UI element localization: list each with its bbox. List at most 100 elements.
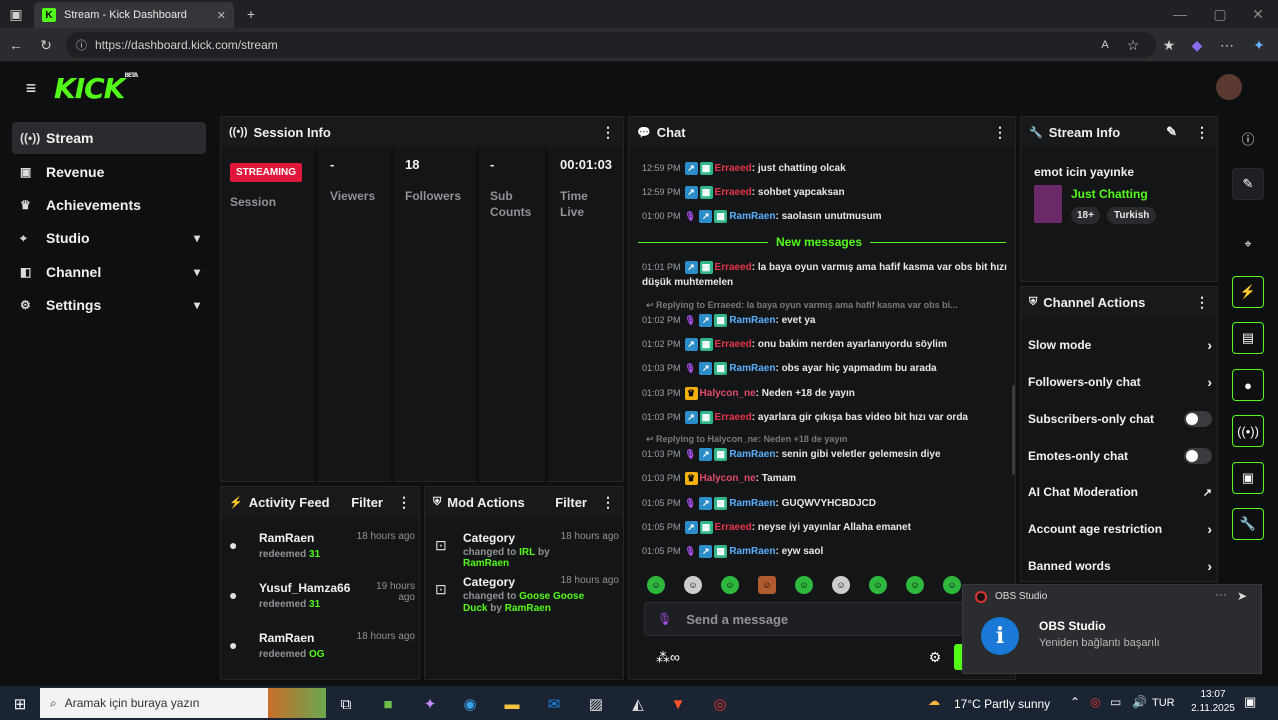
subscribers-only-toggle[interactable] — [1184, 411, 1212, 427]
chat-username[interactable]: Erraeed — [715, 412, 752, 423]
minimize-icon[interactable]: — — [1170, 6, 1190, 22]
filter-button[interactable]: Filter — [555, 495, 587, 510]
chat-input[interactable]: 🎙 Send a message — [644, 602, 964, 636]
edit-pencil-icon[interactable]: ✎ — [1166, 124, 1177, 140]
broadcast-icon[interactable]: ((•)) — [1232, 415, 1264, 447]
emote-icon[interactable]: ☺ — [869, 576, 887, 594]
chat-username[interactable]: Erraeed — [715, 187, 752, 198]
chat-username[interactable]: Erraeed — [715, 339, 752, 350]
nav-settings[interactable]: ⚙ Settings ▾ — [12, 289, 206, 321]
new-tab-icon[interactable]: + — [242, 4, 260, 24]
kebab-menu-icon[interactable]: ⋮ — [397, 494, 411, 511]
category-thumbnail[interactable] — [1034, 185, 1062, 223]
edge-icon[interactable]: ◉ — [456, 690, 484, 718]
notification-center-icon[interactable]: ▣ — [1244, 694, 1256, 710]
emote-icon[interactable]: ☺ — [647, 576, 665, 594]
profile-icon[interactable]: ◆ — [1188, 36, 1206, 54]
nav-stream[interactable]: ((•)) Stream — [12, 122, 206, 154]
tag-pill[interactable]: 18+ — [1071, 207, 1100, 224]
nav-studio[interactable]: ⌖ Studio ▾ — [12, 222, 206, 254]
layout-icon[interactable]: ▣ — [1232, 462, 1264, 494]
network-icon[interactable]: ▭ — [1110, 695, 1121, 709]
chat-username[interactable]: RamRaen — [729, 211, 775, 222]
tray-obs-icon[interactable]: ◎ — [1090, 695, 1100, 709]
target-icon[interactable]: ⌖ — [1232, 228, 1264, 260]
chat-username[interactable]: Halycon_ne — [700, 388, 756, 399]
copilot-app-icon[interactable]: ✦ — [416, 690, 444, 718]
kebab-menu-icon[interactable]: ⋮ — [1195, 124, 1209, 141]
mic-icon[interactable]: 🎙 — [657, 612, 672, 626]
emote-icon[interactable]: ☺ — [758, 576, 776, 594]
url-input[interactable]: ⓘ https://dashboard.kick.com/stream — [66, 32, 1156, 58]
kick-logo[interactable]: KICKBETA — [54, 72, 138, 105]
wrench-icon[interactable]: 🔧 — [1232, 508, 1264, 540]
emote-icon[interactable]: ☺ — [721, 576, 739, 594]
chat-username[interactable]: Erraeed — [715, 163, 752, 174]
followers-only-row[interactable]: Followers-only chat › — [1028, 374, 1212, 390]
file-explorer-icon[interactable]: ▬ — [498, 690, 526, 718]
copilot-icon[interactable]: ✦ — [1250, 36, 1268, 54]
emote-icon[interactable]: ☺ — [906, 576, 924, 594]
chat-username[interactable]: RamRaen — [729, 449, 775, 460]
bolt-icon[interactable]: ⚡ — [1232, 276, 1264, 308]
edit-icon[interactable]: ✎ — [1232, 168, 1264, 200]
nav-revenue[interactable]: ▣ Revenue — [12, 156, 206, 188]
chat-username[interactable]: RamRaen — [729, 546, 775, 557]
more-menu-icon[interactable]: ⋯ — [1218, 36, 1236, 54]
points-icon[interactable]: ⁂∞ — [648, 648, 688, 666]
nav-channel[interactable]: ◧ Channel ▾ — [12, 256, 206, 288]
minecraft-icon[interactable]: ■ — [374, 690, 402, 718]
close-window-icon[interactable]: ✕ — [1248, 6, 1268, 22]
stream-category[interactable]: Just Chatting — [1071, 187, 1148, 201]
emote-icon[interactable]: ☺ — [943, 576, 961, 594]
store-icon[interactable]: ◭ — [624, 690, 652, 718]
emote-icon[interactable]: ☺ — [684, 576, 702, 594]
favorites-icon[interactable]: ★ — [1160, 36, 1178, 54]
kebab-menu-icon[interactable]: ⋮ — [601, 124, 615, 141]
notes-icon[interactable]: ▤ — [1232, 322, 1264, 354]
browser-tab[interactable]: K Stream - Kick Dashboard ✕ — [34, 2, 234, 28]
slow-mode-row[interactable]: Slow mode › — [1028, 337, 1212, 353]
task-view-icon[interactable]: ⧉ — [332, 690, 360, 718]
windows-start-icon[interactable]: ⊞ — [6, 690, 34, 718]
back-icon[interactable]: ← — [6, 36, 26, 54]
user-avatar[interactable] — [1216, 74, 1242, 100]
chat-scrollbar[interactable] — [1012, 385, 1015, 475]
window-menu-icon[interactable]: ▣ — [8, 6, 24, 22]
tag-pill[interactable]: Turkish — [1107, 207, 1157, 224]
info-icon[interactable]: ⓘ — [1232, 122, 1264, 154]
site-info-icon[interactable]: ⓘ — [76, 37, 87, 53]
language-indicator[interactable]: TUR — [1152, 697, 1175, 709]
kebab-menu-icon[interactable]: ⋮ — [1195, 294, 1209, 311]
favorite-star-icon[interactable]: ☆ — [1124, 36, 1142, 54]
kebab-menu-icon[interactable]: ⋮ — [993, 124, 1007, 141]
outlook-icon[interactable]: ✉ — [540, 690, 568, 718]
hamburger-menu-icon[interactable]: ≡ — [20, 78, 42, 98]
chat-settings-icon[interactable]: ⚙ — [926, 648, 944, 666]
obs-icon[interactable]: ◎ — [706, 690, 734, 718]
chat-icon[interactable]: ● — [1232, 369, 1264, 401]
ai-moderation-row[interactable]: AI Chat Moderation ↗ — [1028, 485, 1212, 499]
account-age-row[interactable]: Account age restriction › — [1028, 521, 1212, 537]
refresh-icon[interactable]: ↻ — [36, 36, 56, 54]
maximize-icon[interactable]: ▢ — [1210, 6, 1230, 22]
chat-username[interactable]: Erraeed — [715, 262, 752, 273]
chat-username[interactable]: RamRaen — [729, 315, 775, 326]
banned-words-row[interactable]: Banned words › — [1028, 558, 1212, 574]
chat-username[interactable]: RamRaen — [729, 498, 775, 509]
chat-username[interactable]: Halycon_ne — [700, 473, 756, 484]
emote-icon[interactable]: ☺ — [832, 576, 850, 594]
emote-icon[interactable]: ☺ — [795, 576, 813, 594]
clock[interactable]: 13:07 2.11.2025 — [1188, 688, 1238, 716]
emotes-only-toggle[interactable] — [1184, 448, 1212, 464]
notification-more-icon[interactable]: ··· — [1215, 587, 1227, 601]
kebab-menu-icon[interactable]: ⋮ — [601, 494, 615, 511]
chat-username[interactable]: Erraeed — [715, 522, 752, 533]
chat-username[interactable]: RamRaen — [729, 363, 775, 374]
obs-notification[interactable]: OBS Studio ··· ➤ i OBS Studio Yeniden ba… — [962, 584, 1262, 674]
tray-chevron-icon[interactable]: ⌃ — [1070, 695, 1080, 709]
weather-text[interactable]: 17°C Partly sunny — [954, 697, 1050, 711]
filter-button[interactable]: Filter — [351, 495, 383, 510]
photos-icon[interactable]: ▨ — [582, 690, 610, 718]
nav-achievements[interactable]: ♛ Achievements — [12, 189, 206, 221]
